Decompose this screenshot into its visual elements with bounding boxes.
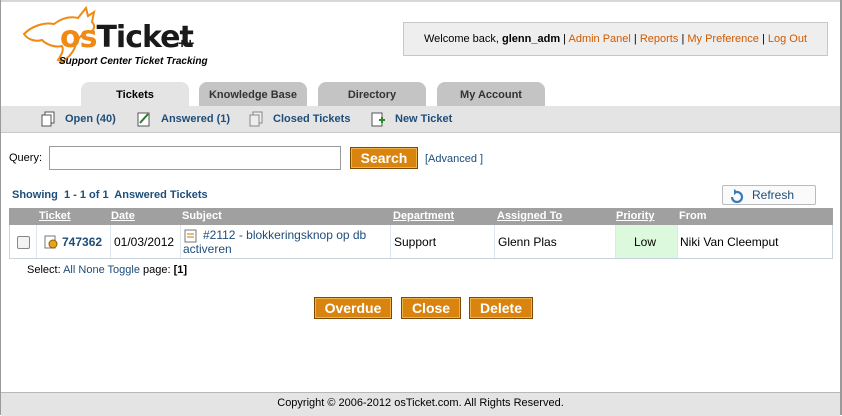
- main-tabs: Tickets Knowledge Base Directory My Acco…: [0, 82, 842, 107]
- ticket-status-icon: [44, 235, 58, 249]
- ticket-table-header: Ticket Date Subject Department Assigned …: [9, 208, 833, 225]
- col-assigned-to[interactable]: Assigned To: [497, 210, 562, 222]
- tab-tickets[interactable]: Tickets: [81, 82, 189, 107]
- col-priority[interactable]: Priority: [616, 210, 655, 222]
- logo-plus: ++: [178, 35, 195, 51]
- ticket-subject-line2[interactable]: activeren: [183, 242, 232, 256]
- ticket-priority: Low: [634, 235, 657, 249]
- overdue-button[interactable]: Overdue: [314, 297, 392, 319]
- subnav-closed[interactable]: Closed Tickets: [273, 106, 350, 132]
- close-button[interactable]: Close: [401, 297, 461, 319]
- logo-tagline: Support Center Ticket Tracking: [59, 56, 208, 67]
- ticket-assigned-to: Glenn Plas: [498, 235, 557, 249]
- refresh-label: Refresh: [752, 188, 795, 202]
- tab-my-account[interactable]: My Account: [437, 82, 545, 106]
- copyright-footer: Copyright © 2006-2012 osTicket.com. All …: [1, 392, 840, 416]
- window-border-left: [0, 0, 1, 415]
- logo-os: os: [60, 20, 97, 55]
- welcome-panel: Welcome back, glenn_adm | Admin Panel | …: [403, 22, 828, 56]
- showing-range: 1 - 1 of 1: [63, 189, 109, 201]
- subject-attachment-icon: [184, 229, 197, 243]
- page-label: page:: [143, 264, 171, 276]
- ticket-department: Support: [394, 235, 437, 249]
- col-from: From: [679, 210, 707, 222]
- answered-tickets-icon: [137, 112, 150, 127]
- osticket-logo[interactable]: osTicket ++ Support Center Ticket Tracki…: [22, 4, 222, 70]
- closed-tickets-icon: [249, 111, 263, 127]
- new-ticket-icon: [371, 112, 385, 127]
- refresh-button[interactable]: Refresh: [722, 185, 816, 205]
- row-checkbox[interactable]: [17, 236, 30, 249]
- query-label: Query:: [9, 152, 43, 164]
- col-department[interactable]: Department: [393, 210, 454, 222]
- showing-summary: Showing 1 - 1 of 1 Answered Tickets: [12, 189, 208, 201]
- username: glenn_adm: [502, 33, 561, 45]
- col-date[interactable]: Date: [111, 210, 135, 222]
- ticket-subject-line1[interactable]: #2112 - blokkeringsknop op db: [203, 228, 366, 242]
- listing-title: Answered Tickets: [114, 189, 208, 201]
- delete-button[interactable]: Delete: [469, 297, 533, 319]
- top-border: [0, 0, 842, 2]
- ticket-date: 01/03/2012: [114, 235, 175, 249]
- page-number: [1]: [173, 264, 188, 276]
- logout-link[interactable]: Log Out: [768, 33, 807, 45]
- logo-wordmark: osTicket: [60, 20, 194, 55]
- select-toggle-link[interactable]: Toggle: [108, 264, 140, 276]
- tab-knowledge-base[interactable]: Knowledge Base: [199, 82, 307, 106]
- select-all-link[interactable]: All: [63, 264, 75, 276]
- selection-controls: Select: All None Toggle page: [1]: [27, 264, 187, 276]
- welcome-text: Welcome back,: [423, 33, 503, 45]
- subnav-open[interactable]: Open (40): [65, 106, 116, 132]
- ticket-subnav: Open (40) Answered (1) Closed Tickets Ne…: [1, 106, 840, 133]
- subnav-new-ticket[interactable]: New Ticket: [395, 106, 452, 132]
- query-input[interactable]: [49, 146, 341, 170]
- refresh-icon: [730, 189, 744, 204]
- ticket-from: Niki Van Cleemput: [680, 235, 779, 249]
- select-label: Select:: [27, 264, 61, 276]
- col-ticket[interactable]: Ticket: [39, 210, 71, 222]
- ticket-number[interactable]: 747362: [62, 235, 102, 249]
- select-none-link[interactable]: None: [78, 264, 104, 276]
- open-tickets-icon: [41, 111, 55, 127]
- table-row[interactable]: 747362 01/03/2012 #2112 - blokkeringskno…: [9, 225, 833, 259]
- subnav-answered[interactable]: Answered (1): [161, 106, 230, 132]
- reports-link[interactable]: Reports: [640, 33, 679, 45]
- admin-panel-link[interactable]: Admin Panel: [568, 33, 630, 45]
- tab-directory[interactable]: Directory: [318, 82, 426, 106]
- col-subject: Subject: [182, 210, 222, 222]
- search-button[interactable]: Search: [350, 147, 418, 169]
- showing-label: Showing: [12, 189, 58, 201]
- advanced-search-link[interactable]: [Advanced ]: [425, 153, 483, 165]
- my-preference-link[interactable]: My Preference: [687, 33, 759, 45]
